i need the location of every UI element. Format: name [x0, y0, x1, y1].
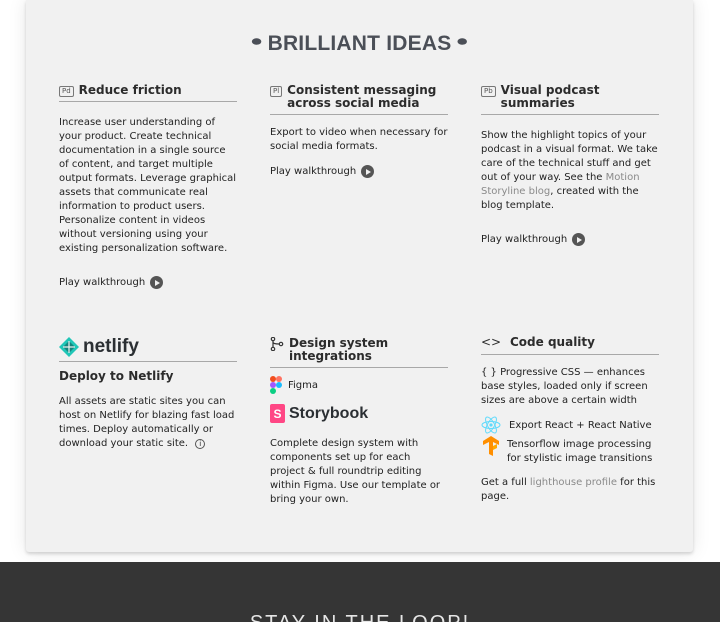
coffee-bean-icon: ⬬ — [457, 35, 468, 48]
pd-badge-icon: Pd — [59, 86, 74, 97]
consistent-messaging-body: Export to video when necessary for socia… — [270, 127, 448, 152]
react-row: Export React + React Native — [481, 416, 659, 434]
info-icon[interactable]: i — [195, 439, 206, 449]
code-quality-heading: <> Code quality — [481, 336, 659, 355]
lighthouse-profile-link[interactable]: lighthouse profile — [530, 477, 617, 488]
tensorflow-row: Tensorflow image processing for stylisti… — [481, 436, 659, 466]
code-brackets-icon: <> — [481, 335, 502, 349]
visual-podcast-block: Pb Visual podcast summaries Show the hig… — [481, 84, 659, 246]
pl-badge-icon: Pl — [270, 86, 283, 97]
figma-label: Figma — [288, 379, 319, 391]
podcast-play-walkthrough[interactable]: Play walkthrough — [481, 233, 586, 246]
footer-newsletter-section: STAY IN THE LOOP! — [0, 562, 720, 622]
stay-in-the-loop-heading: STAY IN THE LOOP! — [0, 612, 720, 622]
brilliant-ideas-card: ⬬ BRILLIANT IDEAS ⬬ Pd Reduce friction I… — [26, 0, 693, 552]
messaging-play-walkthrough[interactable]: Play walkthrough — [270, 165, 375, 178]
tensorflow-icon — [483, 436, 499, 456]
netlify-logo: netlify — [59, 336, 237, 358]
coffee-bean-icon: ⬬ — [251, 35, 262, 48]
storybook-icon: S — [270, 404, 285, 423]
play-walkthrough-label: Play walkthrough — [481, 234, 568, 245]
section-title: ⬬ BRILLIANT IDEAS ⬬ — [26, 32, 693, 56]
reduce-friction-heading: Pd Reduce friction — [59, 84, 237, 102]
reduce-friction-block: Pd Reduce friction Increase user underst… — [59, 84, 237, 289]
netlify-body-text: All assets are static sites you can host… — [59, 396, 235, 449]
react-label: Export React + React Native — [509, 419, 652, 431]
deploy-netlify-title: Deploy to Netlify — [59, 369, 174, 383]
figma-row: Figma — [270, 376, 448, 394]
pb-badge-icon: Pb — [481, 86, 496, 97]
play-icon — [361, 165, 375, 178]
consistent-messaging-title: Consistent messaging across social media — [287, 83, 437, 110]
progressive-css-text: { } Progressive CSS — enhances base styl… — [481, 367, 648, 406]
storybook-logo: S Storybook — [270, 404, 448, 423]
netlify-divider — [59, 361, 237, 362]
play-walkthrough-label: Play walkthrough — [270, 166, 357, 177]
reduce-friction-play-walkthrough[interactable]: Play walkthrough — [59, 276, 164, 289]
lighthouse-text-start: Get a full — [481, 477, 530, 488]
play-icon — [572, 233, 586, 246]
visual-podcast-heading: Pb Visual podcast summaries — [481, 84, 659, 115]
design-system-block: Design system integrations Figma S Story… — [270, 337, 448, 507]
visual-podcast-body: Show the highlight topics of your podcas… — [481, 129, 659, 213]
code-quality-title: Code quality — [510, 335, 595, 349]
reduce-friction-title: Reduce friction — [78, 83, 182, 97]
section-title-text: BRILLIANT IDEAS — [267, 32, 452, 55]
lighthouse-text: Get a full lighthouse profile for this p… — [481, 476, 659, 504]
git-merge-icon — [270, 337, 284, 351]
consistent-messaging-block: Pl Consistent messaging across social me… — [270, 84, 448, 178]
netlify-wordmark: netlify — [83, 336, 139, 357]
figma-icon — [270, 376, 282, 394]
reduce-friction-body: Increase user understanding of your prod… — [59, 117, 237, 254]
code-quality-block: <> Code quality { } Progressive CSS — en… — [481, 336, 659, 504]
play-icon — [150, 276, 164, 289]
netlify-block: netlify Deploy to Netlify All assets are… — [59, 336, 237, 451]
react-icon — [481, 416, 501, 434]
design-system-title: Design system integrations — [289, 336, 389, 363]
storybook-wordmark: Storybook — [289, 404, 369, 422]
netlify-diamond-icon — [59, 337, 79, 357]
visual-podcast-title: Visual podcast summaries — [500, 83, 600, 110]
tensorflow-label: Tensorflow image processing for stylisti… — [507, 439, 653, 464]
design-system-body: Complete design system with components s… — [270, 438, 441, 505]
consistent-messaging-heading: Pl Consistent messaging across social me… — [270, 84, 448, 115]
play-walkthrough-label: Play walkthrough — [59, 277, 146, 288]
netlify-body: All assets are static sites you can host… — [59, 395, 237, 451]
design-system-heading: Design system integrations — [270, 337, 448, 368]
